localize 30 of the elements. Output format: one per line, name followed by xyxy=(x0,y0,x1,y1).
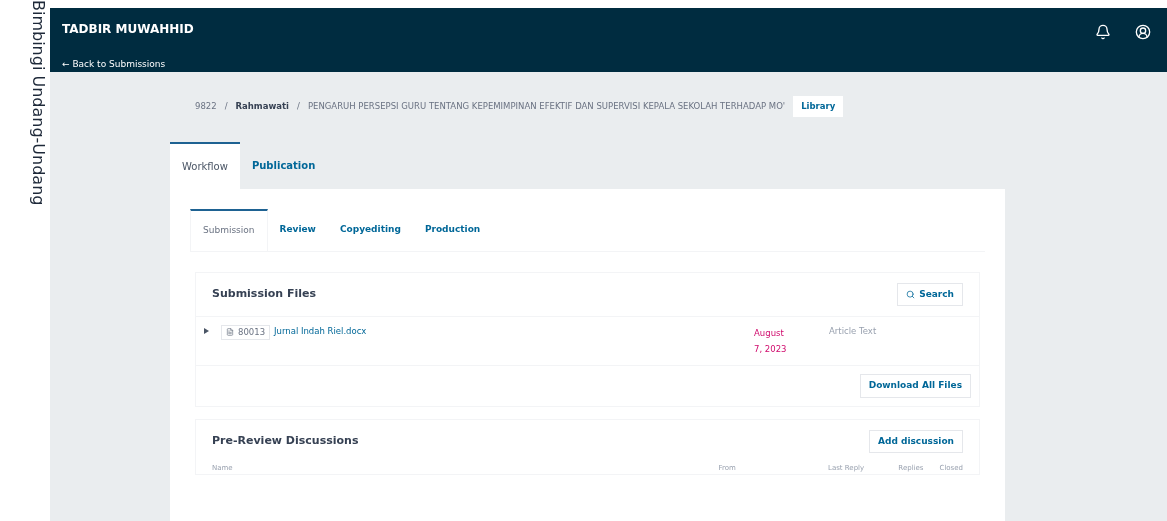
submission-title: PENGARUH PERSEPSI GURU TENTANG KEPEMIMPINAN EFEKTIF DAN SUPERVISI KEPALA SEKOLAH TERHADAP MO' xyxy=(307,100,786,113)
add-discussion-button[interactable]: Add discussion xyxy=(869,429,963,453)
stage-tab[interactable]: Production xyxy=(412,208,493,251)
download-button[interactable]: Download All Files xyxy=(859,374,971,398)
file-icon xyxy=(226,328,234,337)
file-link[interactable]: Jurnal Indah Riel.docx xyxy=(274,325,635,338)
stage-tab[interactable]: Review xyxy=(267,208,328,251)
site-title: TADBIR MUWAHHID xyxy=(62,21,194,38)
submission-id: 9822 xyxy=(195,100,217,113)
notification-icon[interactable] xyxy=(1095,24,1111,40)
file-type: Article Text xyxy=(829,325,877,338)
side-text: Bimbingi Undang-Undang xyxy=(28,0,49,206)
file-date: August xyxy=(754,327,785,340)
stage-tab[interactable]: Copyediting xyxy=(327,208,413,251)
user-icon[interactable] xyxy=(1135,24,1151,40)
breadcrumb-separator: / xyxy=(224,100,228,113)
library-button[interactable]: Library xyxy=(793,96,844,117)
section-title: Submission Files xyxy=(212,286,316,302)
author-name: Rahmawati xyxy=(235,100,289,113)
section-title: Pre-Review Discussions xyxy=(212,433,359,449)
back-link[interactable]: ← Back to Submissions xyxy=(62,58,194,72)
tab[interactable]: Workflow xyxy=(170,141,240,189)
breadcrumb-separator: / xyxy=(297,100,300,113)
search-icon xyxy=(906,289,916,299)
file-id: 80013 xyxy=(238,326,266,339)
search-button[interactable]: Search xyxy=(897,282,963,306)
tab[interactable]: Publication xyxy=(239,141,328,189)
stage-tab[interactable]: Submission xyxy=(190,208,268,251)
file-date: 7, 2023 xyxy=(754,343,788,356)
expand-icon[interactable] xyxy=(204,328,209,334)
